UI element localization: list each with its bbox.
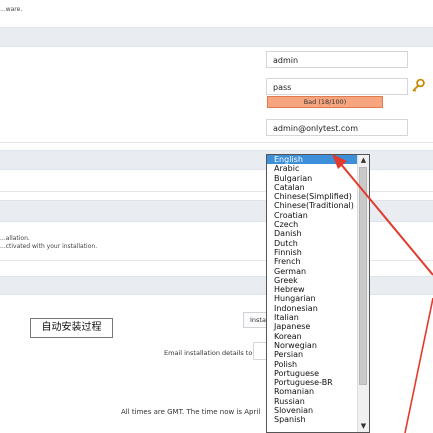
annotation-arrow-icon bbox=[332, 154, 433, 433]
